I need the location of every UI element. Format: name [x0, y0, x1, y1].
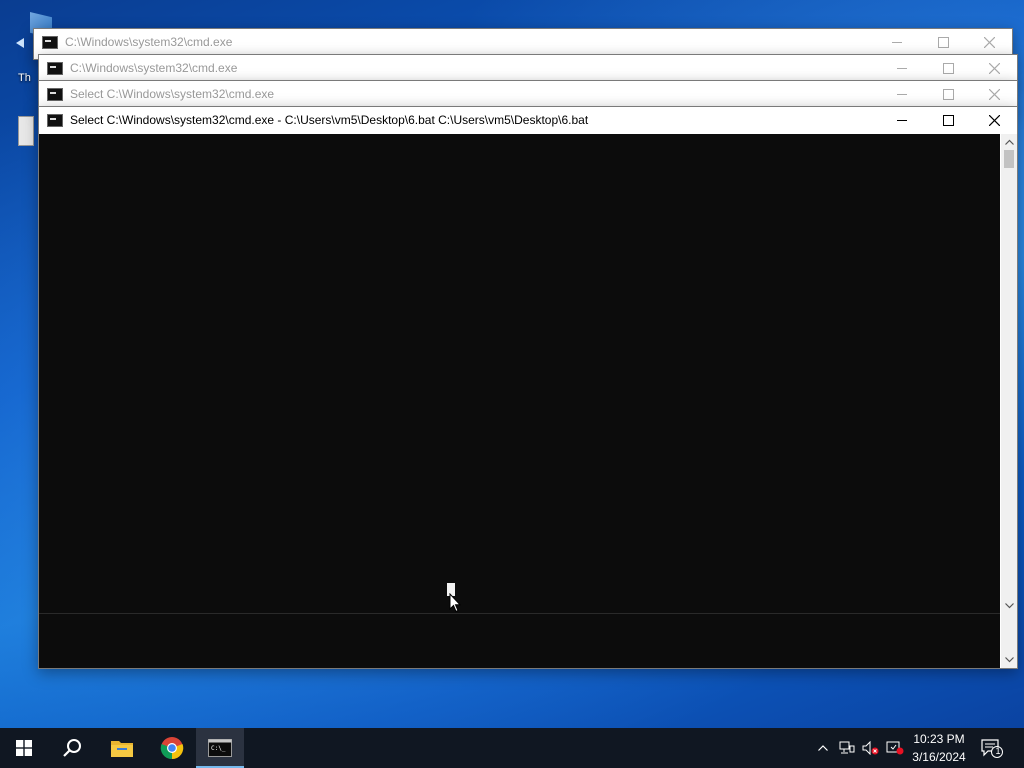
title-bar[interactable]: C:\Windows\system32\cmd.exe	[34, 29, 1012, 55]
maximize-icon	[942, 88, 954, 100]
console-split-divider[interactable]	[39, 613, 1000, 614]
clock-date: 3/16/2024	[912, 750, 966, 764]
cmd-icon	[47, 113, 63, 127]
cmd-icon: C:\_	[208, 739, 232, 757]
clock[interactable]: 10:23 PM 3/16/2024	[900, 730, 978, 766]
desktop-icon-label: Th	[18, 72, 31, 84]
svg-text:C:\_: C:\_	[211, 745, 226, 752]
chrome-icon	[160, 737, 184, 760]
maximize-icon	[942, 62, 954, 74]
scroll-down-button[interactable]	[1001, 598, 1017, 614]
scroll-thumb[interactable]	[1004, 150, 1014, 168]
minimize-icon	[897, 93, 907, 95]
close-button[interactable]	[971, 55, 1017, 81]
minimize-icon	[897, 67, 907, 69]
notification-count: 1	[995, 746, 1001, 756]
minimize-button[interactable]	[879, 107, 925, 133]
window-title: Select C:\Windows\system32\cmd.exe - C:\…	[70, 113, 589, 127]
maximize-button[interactable]	[925, 107, 971, 133]
cmd-icon	[47, 87, 63, 101]
taskbar: C:\_ 10:23 PM 3/16/2024 1	[0, 728, 1024, 768]
taskbar-cmd[interactable]: C:\_	[196, 728, 244, 768]
window-title: C:\Windows\system32\cmd.exe	[70, 61, 238, 75]
show-hidden-icons-button[interactable]	[812, 728, 834, 768]
maximize-icon	[937, 36, 949, 48]
volume-muted-icon	[862, 741, 879, 755]
scroll-down-button-bottom[interactable]	[1001, 652, 1017, 668]
windows-logo-icon	[16, 740, 32, 756]
volume-button[interactable]	[860, 728, 882, 768]
vertical-scrollbar[interactable]	[1001, 134, 1017, 668]
cmd-icon	[47, 61, 63, 75]
console-output[interactable]	[39, 134, 1000, 668]
start-button[interactable]	[0, 728, 48, 768]
title-bar[interactable]: Select C:\Windows\system32\cmd.exe	[39, 81, 1017, 107]
arrow-icon	[16, 38, 24, 48]
chevron-down-icon	[1004, 603, 1014, 609]
close-icon	[988, 114, 1000, 126]
scroll-up-button[interactable]	[1001, 134, 1017, 150]
close-button[interactable]	[971, 107, 1017, 133]
chevron-up-icon	[1004, 139, 1014, 145]
desktop-item[interactable]	[18, 116, 34, 146]
maximize-button[interactable]	[925, 81, 971, 107]
title-bar[interactable]: Select C:\Windows\system32\cmd.exe - C:\…	[39, 107, 1017, 133]
network-button[interactable]	[836, 728, 858, 768]
close-icon	[988, 62, 1000, 74]
maximize-icon	[942, 114, 954, 126]
minimize-icon	[897, 119, 907, 121]
taskbar-chrome[interactable]	[148, 728, 196, 768]
window-title: Select C:\Windows\system32\cmd.exe	[70, 87, 275, 101]
cmd-icon	[42, 35, 58, 49]
close-button[interactable]	[966, 29, 1012, 55]
close-icon	[988, 88, 1000, 100]
clock-time: 10:23 PM	[913, 732, 965, 746]
minimize-button[interactable]	[879, 81, 925, 107]
network-icon	[839, 741, 855, 754]
minimize-icon	[892, 41, 902, 43]
cmd-window-active[interactable]: Select C:\Windows\system32\cmd.exe - C:\…	[38, 106, 1018, 669]
chevron-up-icon	[818, 745, 828, 751]
search-button[interactable]	[48, 728, 96, 768]
minimize-button[interactable]	[879, 55, 925, 81]
maximize-button[interactable]	[920, 29, 966, 55]
minimize-button[interactable]	[874, 29, 920, 55]
window-title: C:\Windows\system32\cmd.exe	[65, 35, 233, 49]
close-button[interactable]	[971, 81, 1017, 107]
mouse-pointer-icon	[449, 593, 461, 613]
chevron-down-icon	[1004, 657, 1014, 663]
search-icon	[63, 739, 81, 757]
title-bar[interactable]: C:\Windows\system32\cmd.exe	[39, 55, 1017, 81]
taskbar-file-explorer[interactable]	[98, 728, 146, 768]
file-explorer-icon	[111, 741, 133, 757]
maximize-button[interactable]	[925, 55, 971, 81]
close-icon	[983, 36, 995, 48]
action-center-button[interactable]: 1	[980, 728, 1004, 768]
